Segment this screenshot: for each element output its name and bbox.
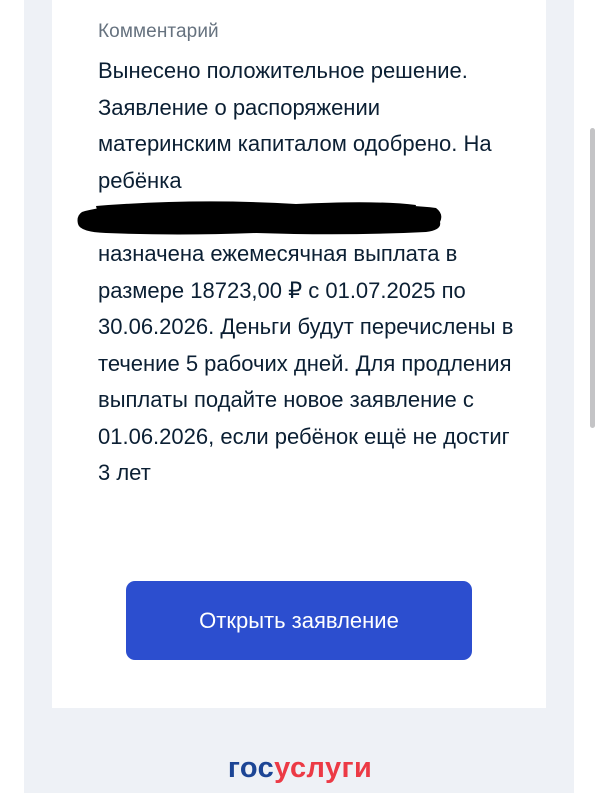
redacted-child-name <box>77 201 442 235</box>
gosuslugi-logo[interactable]: госуслуги <box>0 750 600 786</box>
scrollbar[interactable] <box>590 128 595 428</box>
logo-part-uslugi: услуги <box>274 752 373 784</box>
comment-label: Комментарий <box>98 21 219 42</box>
logo-part-gos: гос <box>227 752 275 784</box>
right-edge <box>574 0 600 793</box>
comment-text-part1: Вынесено положительное решение. Заявлени… <box>98 58 492 193</box>
open-application-button[interactable]: Открыть заявление <box>126 581 472 660</box>
comment-text-part2: назначена ежемесячная выплата в размере … <box>98 241 514 485</box>
